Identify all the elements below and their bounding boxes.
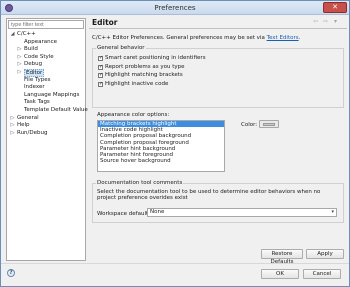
preference-tree: ◢ C/C++ Appearance ▷ Build ▷ Code Style ▷ Debug ▷… — [7, 31, 88, 138]
description-end: . — [298, 35, 301, 41]
cancel-button[interactable]: Cancel — [303, 269, 341, 279]
checkbox[interactable]: ✓ — [98, 64, 103, 70]
filter-input[interactable] — [8, 20, 84, 29]
page-description: C/C++ Editor Preferences. General prefer… — [92, 35, 344, 41]
color-swatch — [263, 123, 275, 126]
title-bar: Preferences ✕ — [1, 1, 349, 15]
tree-item-label: File Types — [24, 76, 51, 83]
tree-item[interactable]: Task Tags — [7, 99, 85, 107]
checkbox-label: Smart caret positioning in identifiers — [105, 55, 206, 61]
color-label: Color: — [241, 122, 258, 128]
checkbox[interactable]: ✓ — [98, 73, 103, 78]
tree-item[interactable]: Language Mappings — [7, 92, 85, 100]
appearance-options-label: Appearance color options: — [97, 112, 170, 118]
checkbox[interactable]: ✓ — [98, 81, 103, 87]
expanded-arrow-icon[interactable]: ◢ — [10, 31, 15, 39]
checkbox-label: Highlight inactive code — [105, 80, 169, 87]
tree-item[interactable]: ▷ Build — [7, 46, 85, 54]
description-text: C/C++ Editor Preferences. General prefer… — [92, 35, 267, 41]
help-icon[interactable]: ? — [7, 269, 15, 277]
tree-item[interactable]: ▷ Code Style — [7, 54, 85, 62]
documentation-tool-legend: Documentation tool comments — [96, 180, 184, 186]
tree-item[interactable]: File Types — [7, 77, 85, 85]
ok-button[interactable]: OK — [261, 269, 299, 279]
collapsed-arrow-icon[interactable]: ▷ — [10, 122, 15, 130]
collapsed-arrow-icon[interactable]: ▷ — [17, 61, 22, 69]
close-button[interactable]: ✕ — [323, 2, 347, 13]
workspace-default-label: Workspace default: — [97, 211, 151, 217]
tree-item-label: Debug — [24, 61, 43, 68]
apply-button[interactable]: Apply — [306, 249, 344, 259]
page-title: Editor — [92, 18, 118, 27]
general-behavior-group: General behavior ✓ Smart caret positionin… — [92, 45, 344, 108]
tree-item[interactable]: Appearance — [7, 39, 85, 47]
tree-item-label: General — [17, 114, 39, 121]
tree-item[interactable]: ▷ Help — [7, 122, 85, 130]
collapsed-arrow-icon[interactable]: ▷ — [17, 69, 22, 77]
tree-item[interactable]: ◢ C/C++ — [7, 31, 85, 39]
checkbox-label: Report problems as you type — [105, 63, 185, 70]
collapsed-arrow-icon[interactable]: ▷ — [10, 115, 15, 123]
tree-item-label: Run/Debug — [17, 129, 48, 136]
window-title: Preferences — [154, 4, 196, 12]
title-divider — [89, 28, 347, 29]
preferences-window: Preferences ✕ ◢C/C++Appearance▷Build▷Cod… — [0, 0, 350, 287]
view-menu-icon[interactable]: ▾ — [334, 18, 337, 25]
tree-item-label: Template Default Value — [24, 106, 88, 113]
tree-item[interactable]: ▷ General — [7, 115, 85, 123]
tree-item[interactable]: ▷ Editor — [7, 69, 85, 78]
editor-preference-page: Editor ⇦ ⇨ ▾ C/C++ Editor Preferences. G… — [89, 15, 347, 265]
checkbox[interactable]: ✓ — [98, 56, 103, 61]
collapsed-arrow-icon[interactable]: ▷ — [17, 54, 22, 62]
tree-item-label: Build — [24, 46, 38, 53]
color-picker-button[interactable] — [259, 120, 279, 128]
workspace-default-select[interactable]: None ▾ — [147, 208, 337, 217]
tree-item-label: Appearance — [24, 38, 58, 45]
tree-item[interactable]: Template Default Value — [7, 106, 88, 115]
tree-item[interactable]: Indexer — [7, 84, 85, 92]
back-arrow-icon[interactable]: ⇦ — [313, 18, 318, 25]
tree-item-label: C/C++ — [17, 31, 36, 37]
tree-item-label: Language Mappings — [24, 91, 80, 98]
forward-arrow-icon[interactable]: ⇨ — [323, 18, 328, 25]
preference-tree-panel: ◢C/C++Appearance▷Build▷Code Style▷Debug▷… — [6, 18, 88, 261]
workspace-default-value: None — [150, 209, 165, 215]
tree-item-label: Indexer — [24, 84, 45, 91]
tree-item[interactable]: ▷ Debug — [7, 61, 85, 69]
text-editors-link[interactable]: Text Editors — [267, 35, 299, 41]
bottom-divider — [1, 263, 349, 264]
tree-item-label: Help — [17, 122, 30, 129]
collapsed-arrow-icon[interactable]: ▷ — [17, 46, 22, 54]
collapsed-arrow-icon[interactable]: ▷ — [10, 130, 15, 138]
restore-defaults-button[interactable]: Restore Defaults — [261, 249, 303, 265]
tree-item-label: Code Style — [24, 53, 54, 60]
tree-item-label: Task Tags — [24, 99, 50, 106]
general-behavior-legend: General behavior — [96, 45, 146, 51]
documentation-tool-description: Select the documentation tool to be used… — [97, 189, 321, 201]
appearance-color-list[interactable]: Matching brackets highlight Inactive code… — [97, 120, 225, 172]
checkbox-label: Highlight matching brackets — [105, 72, 183, 78]
chevron-down-icon: ▾ — [331, 209, 334, 215]
tree-item[interactable]: ▷ Run/Debug — [7, 130, 85, 138]
color-option-item[interactable]: Source hover background — [98, 158, 224, 164]
